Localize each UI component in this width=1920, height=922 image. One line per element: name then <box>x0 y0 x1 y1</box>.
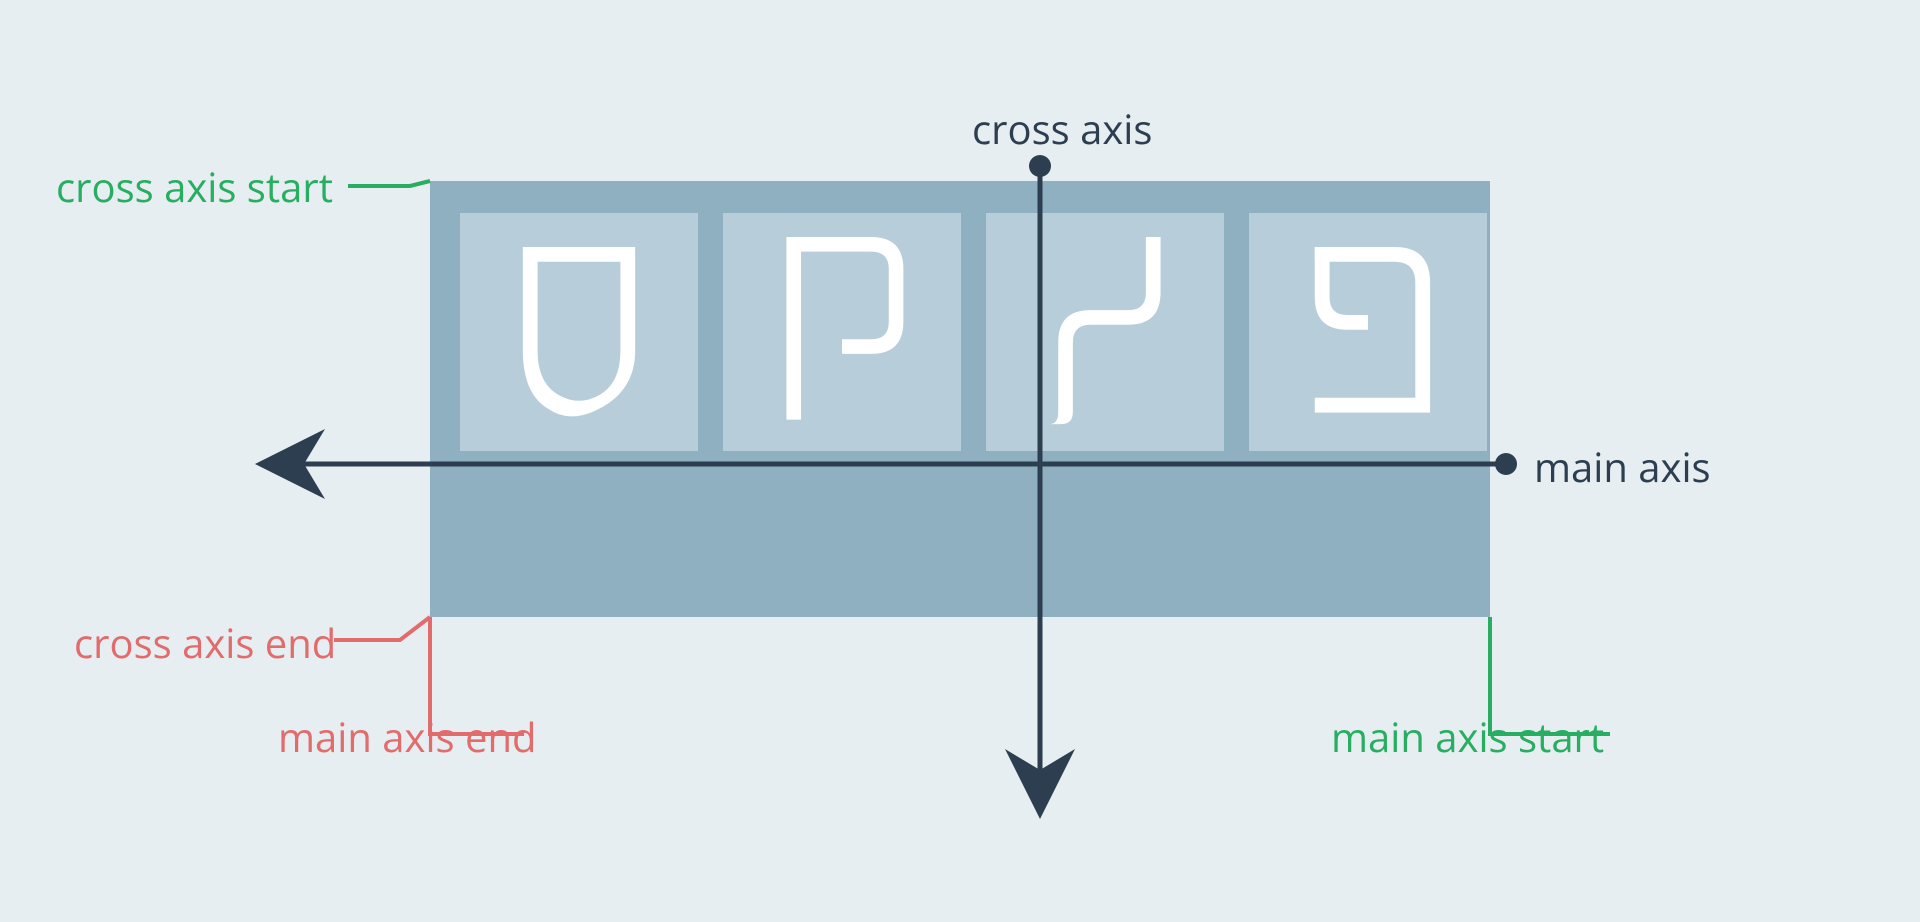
hebrew-lamed-icon <box>1030 237 1180 427</box>
cross-axis-start-label: cross axis start <box>56 167 333 207</box>
main-axis-label: main axis <box>1534 447 1711 487</box>
main-axis-start-label: main axis start <box>1331 717 1604 757</box>
flex-item-3 <box>986 213 1224 451</box>
cross-axis-start-bracket-icon <box>348 181 430 186</box>
flex-item-glyph <box>1293 247 1443 417</box>
main-axis-end-label: main axis end <box>278 717 536 757</box>
hebrew-pe-icon <box>1293 247 1443 417</box>
hebrew-samekh-icon <box>504 247 654 417</box>
flex-item-glyph <box>767 237 917 427</box>
cross-axis-end-label: cross axis end <box>74 623 336 663</box>
cross-axis-end-bracket-icon <box>334 617 430 640</box>
hebrew-qof-icon <box>767 237 917 427</box>
flex-item-4 <box>1249 213 1487 451</box>
flex-item-1 <box>460 213 698 451</box>
flex-container <box>430 181 1490 617</box>
diagram-stage: cross axis main axis cross axis start cr… <box>0 0 1920 922</box>
cross-axis-label: cross axis <box>972 109 1152 149</box>
flex-item-glyph <box>504 247 654 417</box>
flex-item-2 <box>723 213 961 451</box>
flex-item-glyph <box>1030 237 1180 427</box>
